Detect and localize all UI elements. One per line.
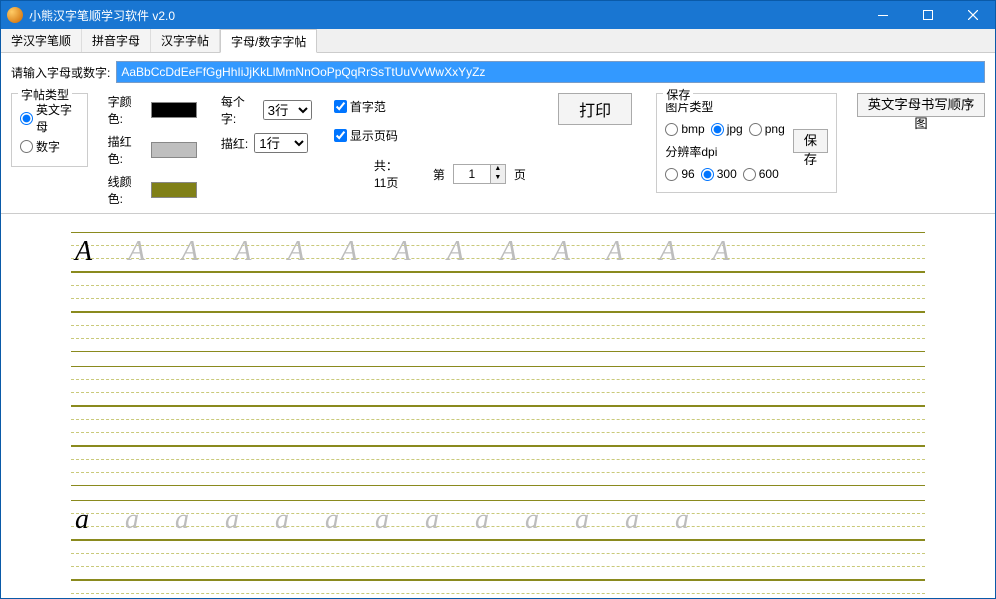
trace-letter: a bbox=[275, 504, 289, 536]
radio-300[interactable]: 300 bbox=[701, 167, 737, 181]
trace-letter: A bbox=[500, 236, 517, 268]
type-group: 字帖类型 英文字母 数字 bbox=[11, 93, 88, 167]
trace-letter: a bbox=[375, 504, 389, 536]
print-button[interactable]: 打印 bbox=[558, 93, 632, 125]
radio-bmp[interactable]: bmp bbox=[665, 122, 704, 136]
trace-letter: a bbox=[225, 504, 239, 536]
trace-letter: a bbox=[675, 504, 689, 536]
line-color-swatch[interactable] bbox=[151, 182, 197, 198]
trace-letter: a bbox=[175, 504, 189, 536]
trace-letter: A bbox=[287, 236, 304, 268]
tab-bar: 学汉字笔顺 拼音字母 汉字字帖 字母/数字字帖 bbox=[1, 29, 995, 53]
tab-letter-number[interactable]: 字母/数字字帖 bbox=[220, 29, 317, 53]
tab-hanzi-stroke[interactable]: 学汉字笔顺 bbox=[1, 29, 82, 52]
trace-letter: a bbox=[125, 504, 139, 536]
tab-pinyin[interactable]: 拼音字母 bbox=[82, 29, 151, 52]
tab-hanzi-copybook[interactable]: 汉字字帖 bbox=[151, 29, 220, 52]
app-icon bbox=[7, 7, 23, 23]
trace-lines-label: 描红: bbox=[221, 135, 248, 152]
minimize-button[interactable] bbox=[860, 1, 905, 29]
input-label: 请输入字母或数字: bbox=[11, 64, 110, 81]
page-post: 页 bbox=[514, 166, 526, 183]
dpi-label: 分辨率dpi bbox=[665, 143, 784, 160]
trace-letter: a bbox=[475, 504, 489, 536]
font-color-swatch[interactable] bbox=[151, 102, 197, 118]
page-up-icon[interactable]: ▲ bbox=[491, 165, 505, 174]
line-color-label: 线颜色: bbox=[108, 173, 144, 207]
trace-letter: a bbox=[325, 504, 339, 536]
page-pre: 第 bbox=[433, 166, 445, 183]
stroke-order-button[interactable]: 英文字母书写顺序图 bbox=[857, 93, 985, 117]
check-show-page[interactable]: 显示页码 bbox=[334, 127, 526, 144]
trace-letter: A bbox=[447, 236, 464, 268]
close-button[interactable] bbox=[950, 1, 995, 29]
main-input[interactable] bbox=[116, 61, 985, 83]
trace-letter: A bbox=[712, 236, 729, 268]
trace-letter: A bbox=[659, 236, 676, 268]
font-color-label: 字颜色: bbox=[108, 93, 144, 127]
check-first-model[interactable]: 首字范 bbox=[334, 98, 526, 115]
trace-letter: a bbox=[575, 504, 589, 536]
model-letter: A bbox=[75, 236, 92, 268]
trace-lines-select[interactable]: 1行 bbox=[254, 133, 308, 153]
trace-letter: A bbox=[234, 236, 251, 268]
trace-letter: A bbox=[128, 236, 145, 268]
trace-letter: A bbox=[394, 236, 411, 268]
radio-png[interactable]: png bbox=[749, 122, 785, 136]
trace-color-swatch[interactable] bbox=[151, 142, 197, 158]
page-input[interactable] bbox=[454, 165, 490, 183]
radio-number[interactable]: 数字 bbox=[20, 138, 79, 155]
window-title: 小熊汉字笔顺学习软件 v2.0 bbox=[29, 7, 860, 24]
preview-area[interactable]: A A A A A A A A A A A A Aa a a a a a a a a a a a a bbox=[1, 214, 995, 598]
maximize-button[interactable] bbox=[905, 1, 950, 29]
radio-jpg[interactable]: jpg bbox=[711, 122, 743, 136]
per-char-label: 每个字: bbox=[221, 93, 257, 127]
radio-600[interactable]: 600 bbox=[743, 167, 779, 181]
trace-color-label: 描红色: bbox=[108, 133, 144, 167]
per-char-select[interactable]: 3行 bbox=[263, 100, 312, 120]
radio-96[interactable]: 96 bbox=[665, 167, 694, 181]
trace-letter: a bbox=[425, 504, 439, 536]
model-letter: a bbox=[75, 504, 89, 536]
trace-letter: A bbox=[606, 236, 623, 268]
trace-letter: A bbox=[553, 236, 570, 268]
trace-letter: a bbox=[625, 504, 639, 536]
page-down-icon[interactable]: ▼ bbox=[491, 174, 505, 183]
radio-english[interactable]: 英文字母 bbox=[20, 101, 79, 135]
trace-letter: a bbox=[525, 504, 539, 536]
titlebar: 小熊汉字笔顺学习软件 v2.0 bbox=[1, 1, 995, 29]
type-group-title: 字帖类型 bbox=[18, 86, 72, 103]
page-spinner[interactable]: ▲▼ bbox=[453, 164, 506, 184]
trace-letter: A bbox=[341, 236, 358, 268]
trace-letter: A bbox=[181, 236, 198, 268]
save-group: 保存 图片类型 bmp jpg png 分辨率dpi 96 300 600 bbox=[656, 93, 837, 193]
save-group-title: 保存 bbox=[663, 86, 693, 103]
total-pages: 共：11页 bbox=[374, 157, 405, 191]
save-button[interactable]: 保存 bbox=[793, 129, 828, 153]
